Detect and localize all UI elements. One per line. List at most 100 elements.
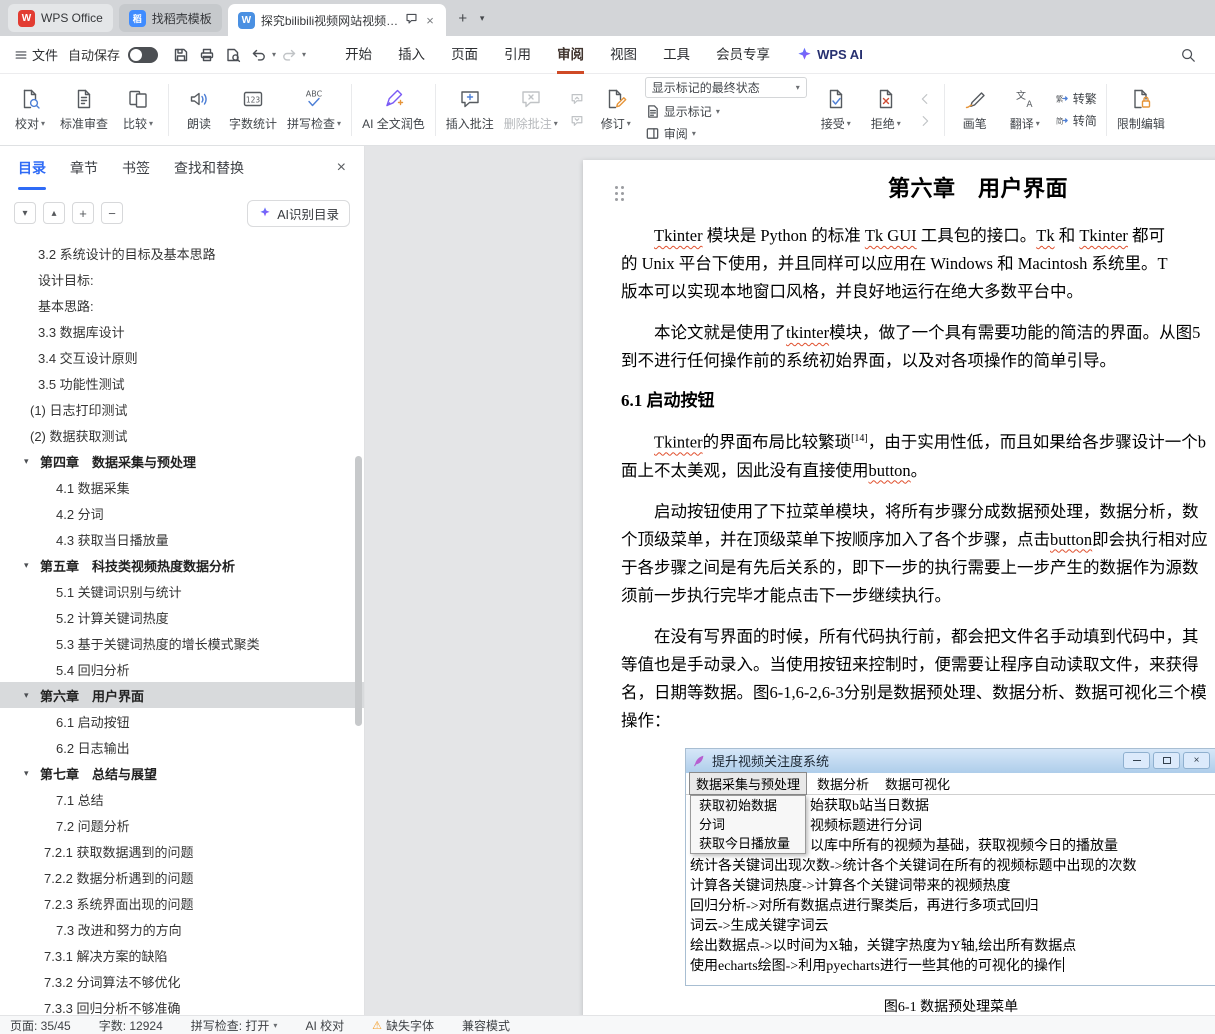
document-tab-active[interactable]: W 探究bilibili视频网站视频关注... × bbox=[228, 4, 446, 36]
figure-menu-item[interactable]: 数据采集与预处理 bbox=[689, 772, 807, 795]
toc-item[interactable]: 4.1 数据采集 bbox=[0, 474, 364, 500]
brush-button[interactable]: 画笔 bbox=[951, 83, 999, 136]
menu-tab-视图[interactable]: 视图 bbox=[610, 36, 637, 74]
toc-item[interactable]: 5.2 计算关键词热度 bbox=[0, 604, 364, 630]
menu-tab-引用[interactable]: 引用 bbox=[504, 36, 531, 74]
toc-collapse-arrow-icon[interactable]: ▾ bbox=[24, 560, 38, 571]
spell-check-button[interactable]: ABC 拼写检查▾ bbox=[283, 83, 345, 136]
toc-item[interactable]: 5.4 回归分析 bbox=[0, 656, 364, 682]
sidebar-tab-书签[interactable]: 书签 bbox=[122, 146, 150, 190]
toc-item[interactable]: (1) 日志打印测试 bbox=[0, 396, 364, 422]
missing-font-warning[interactable]: ⚠缺失字体 bbox=[372, 1017, 434, 1034]
tab-list-caret-icon[interactable]: ▾ bbox=[480, 13, 485, 24]
ai-polish-button[interactable]: AI 全文润色 bbox=[358, 83, 429, 136]
save-button[interactable] bbox=[168, 42, 194, 68]
figure-menu-item[interactable]: 数据可视化 bbox=[879, 773, 956, 794]
to-traditional-button[interactable]: 繁 转繁 bbox=[1054, 90, 1097, 108]
toc-item[interactable]: 4.3 获取当日播放量 bbox=[0, 526, 364, 552]
wps-ai-menu[interactable]: WPS AI bbox=[797, 47, 863, 62]
print-preview-button[interactable] bbox=[220, 42, 246, 68]
to-simplified-button[interactable]: 简 转简 bbox=[1054, 112, 1097, 130]
read-aloud-button[interactable]: 朗读 bbox=[175, 83, 223, 136]
menu-tab-页面[interactable]: 页面 bbox=[451, 36, 478, 74]
menu-tab-审阅[interactable]: 审阅 bbox=[557, 36, 584, 74]
sidebar-scrollbar[interactable] bbox=[355, 456, 362, 726]
proofread-button[interactable]: 校对▾ bbox=[6, 83, 54, 136]
drag-handle-icon[interactable] bbox=[615, 186, 627, 204]
zoom-in-button[interactable]: + bbox=[72, 202, 94, 224]
toc-item[interactable]: 3.3 数据库设计 bbox=[0, 318, 364, 344]
toc-item[interactable]: 5.1 关键词识别与统计 bbox=[0, 578, 364, 604]
markup-state-select[interactable]: 显示标记的最终状态 ▾ bbox=[645, 77, 807, 98]
track-changes-button[interactable]: 修订▾ bbox=[592, 83, 640, 136]
toc-item[interactable]: ▾第四章 数据采集与预处理 bbox=[0, 448, 364, 474]
document-page[interactable]: 第六章 用户界面 Tkinter 模块是 Python 的标准 Tk GUI 工… bbox=[583, 160, 1215, 1015]
document-area[interactable]: 第六章 用户界面 Tkinter 模块是 Python 的标准 Tk GUI 工… bbox=[365, 146, 1215, 1015]
search-button[interactable] bbox=[1175, 42, 1201, 68]
autosave-toggle[interactable] bbox=[128, 47, 158, 63]
toc-item[interactable]: 7.3 改进和努力的方向 bbox=[0, 916, 364, 942]
insert-comment-button[interactable]: 插入批注 bbox=[442, 83, 498, 136]
figure-dropdown-item[interactable]: 获取初始数据 bbox=[691, 796, 805, 815]
show-markup-button[interactable]: 显示标记 ▾ bbox=[645, 102, 807, 120]
new-tab-button[interactable]: + bbox=[452, 7, 474, 29]
zoom-out-button[interactable]: − bbox=[101, 202, 123, 224]
toc-item[interactable]: 3.5 功能性测试 bbox=[0, 370, 364, 396]
reject-button[interactable]: 拒绝▾ bbox=[862, 83, 910, 136]
sidebar-tab-目录[interactable]: 目录 bbox=[18, 146, 46, 190]
toc-item[interactable]: 7.1 总结 bbox=[0, 786, 364, 812]
menu-tab-插入[interactable]: 插入 bbox=[398, 36, 425, 74]
tab-comment-icon[interactable] bbox=[405, 12, 418, 28]
next-change-button[interactable] bbox=[915, 112, 935, 130]
delete-comment-button[interactable]: 删除批注▾ bbox=[500, 83, 562, 136]
translate-button[interactable]: 文A 翻译▾ bbox=[1001, 83, 1049, 136]
toc-item[interactable]: 7.2 问题分析 bbox=[0, 812, 364, 838]
spell-check-status[interactable]: 拼写检查: 打开▾ bbox=[191, 1017, 278, 1034]
toc-item[interactable]: 6.1 启动按钮 bbox=[0, 708, 364, 734]
toc-item[interactable]: ▾第七章 总结与展望 bbox=[0, 760, 364, 786]
ai-proofread-status[interactable]: AI 校对 bbox=[305, 1017, 344, 1034]
toc-item[interactable]: 7.3.1 解决方案的缺陷 bbox=[0, 942, 364, 968]
review-pane-button[interactable]: 审阅 ▾ bbox=[645, 124, 807, 142]
sidebar-close-icon[interactable]: × bbox=[337, 159, 346, 177]
sidebar-tab-章节[interactable]: 章节 bbox=[70, 146, 98, 190]
sidebar-tab-查找和替换[interactable]: 查找和替换 bbox=[174, 146, 244, 190]
toc-item[interactable]: 3.4 交互设计原则 bbox=[0, 344, 364, 370]
menu-tab-开始[interactable]: 开始 bbox=[345, 36, 372, 74]
print-button[interactable] bbox=[194, 42, 220, 68]
undo-button[interactable] bbox=[246, 42, 272, 68]
toc-item[interactable]: (2) 数据获取测试 bbox=[0, 422, 364, 448]
redo-caret-icon[interactable]: ▾ bbox=[302, 50, 306, 59]
ai-toc-button[interactable]: AI识别目录 bbox=[247, 200, 350, 227]
figure-dropdown-item[interactable]: 分词 bbox=[691, 815, 805, 834]
toc-collapse-arrow-icon[interactable]: ▾ bbox=[24, 690, 38, 701]
file-menu[interactable]: 文件 bbox=[14, 45, 58, 64]
collapse-all-button[interactable]: ▾ bbox=[14, 202, 36, 224]
toc-collapse-arrow-icon[interactable]: ▾ bbox=[24, 768, 38, 779]
next-comment-button[interactable] bbox=[567, 112, 587, 130]
toc-item[interactable]: 5.3 基于关键词热度的增长模式聚类 bbox=[0, 630, 364, 656]
word-count-button[interactable]: 123 字数统计 bbox=[225, 83, 281, 136]
toc-item[interactable]: 7.2.2 数据分析遇到的问题 bbox=[0, 864, 364, 890]
toc-item[interactable]: 4.2 分词 bbox=[0, 500, 364, 526]
toc-item[interactable]: 7.3.2 分词算法不够优化 bbox=[0, 968, 364, 994]
menu-tab-会员专享[interactable]: 会员专享 bbox=[716, 36, 770, 74]
toc-item[interactable]: 设计目标: bbox=[0, 266, 364, 292]
standard-review-button[interactable]: 标准审查 bbox=[56, 83, 112, 136]
toc-item[interactable]: 7.2.1 获取数据遇到的问题 bbox=[0, 838, 364, 864]
toc-item[interactable]: 6.2 日志输出 bbox=[0, 734, 364, 760]
tab-close-icon[interactable]: × bbox=[424, 13, 436, 28]
toc-item[interactable]: 3.2 系统设计的目标及基本思路 bbox=[0, 240, 364, 266]
figure-dropdown-item[interactable]: 获取今日播放量 bbox=[691, 834, 805, 853]
expand-all-button[interactable]: ▴ bbox=[43, 202, 65, 224]
docer-template-tab[interactable]: 稻 找稻壳模板 bbox=[119, 4, 222, 32]
toc-item[interactable]: ▾第五章 科技类视频热度数据分析 bbox=[0, 552, 364, 578]
toc-item[interactable]: 7.2.3 系统界面出现的问题 bbox=[0, 890, 364, 916]
toc-item[interactable]: ▾第六章 用户界面 bbox=[0, 682, 364, 708]
previous-change-button[interactable] bbox=[915, 90, 935, 108]
restrict-edit-button[interactable]: 限制编辑 bbox=[1113, 83, 1169, 136]
wps-home-tab[interactable]: W WPS Office bbox=[8, 4, 113, 32]
compare-button[interactable]: 比较▾ bbox=[114, 83, 162, 136]
toc-item[interactable]: 7.3.3 回归分析不够准确 bbox=[0, 994, 364, 1015]
figure-menu-item[interactable]: 数据分析 bbox=[811, 773, 875, 794]
